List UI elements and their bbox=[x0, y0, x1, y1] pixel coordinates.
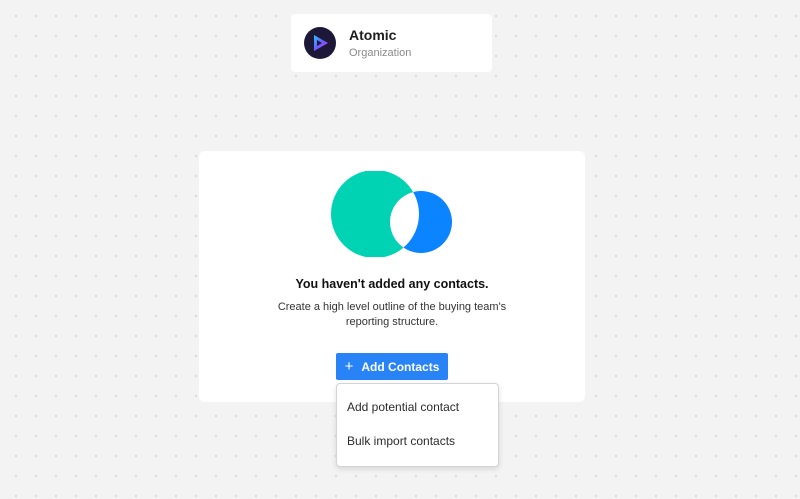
empty-state-description: Create a high level outline of the buyin… bbox=[277, 301, 507, 328]
plus-icon: + bbox=[344, 358, 354, 375]
empty-state-card: You haven't added any contacts. Create a… bbox=[199, 151, 585, 402]
organization-subtitle: Organization bbox=[349, 46, 412, 59]
add-contacts-button[interactable]: + Add Contacts bbox=[336, 353, 448, 380]
add-contacts-label: Add Contacts bbox=[361, 359, 440, 374]
empty-state-title: You haven't added any contacts. bbox=[295, 277, 489, 291]
play-gradient-icon bbox=[304, 27, 336, 59]
organization-card[interactable]: Atomic Organization bbox=[291, 14, 492, 72]
menu-item-add-potential-contact[interactable]: Add potential contact bbox=[337, 390, 498, 424]
overlapping-circles-icon bbox=[331, 170, 455, 262]
menu-item-bulk-import-contacts[interactable]: Bulk import contacts bbox=[337, 424, 498, 458]
add-contacts-dropdown: Add potential contact Bulk import contac… bbox=[336, 383, 499, 467]
organization-name: Atomic bbox=[349, 26, 397, 43]
